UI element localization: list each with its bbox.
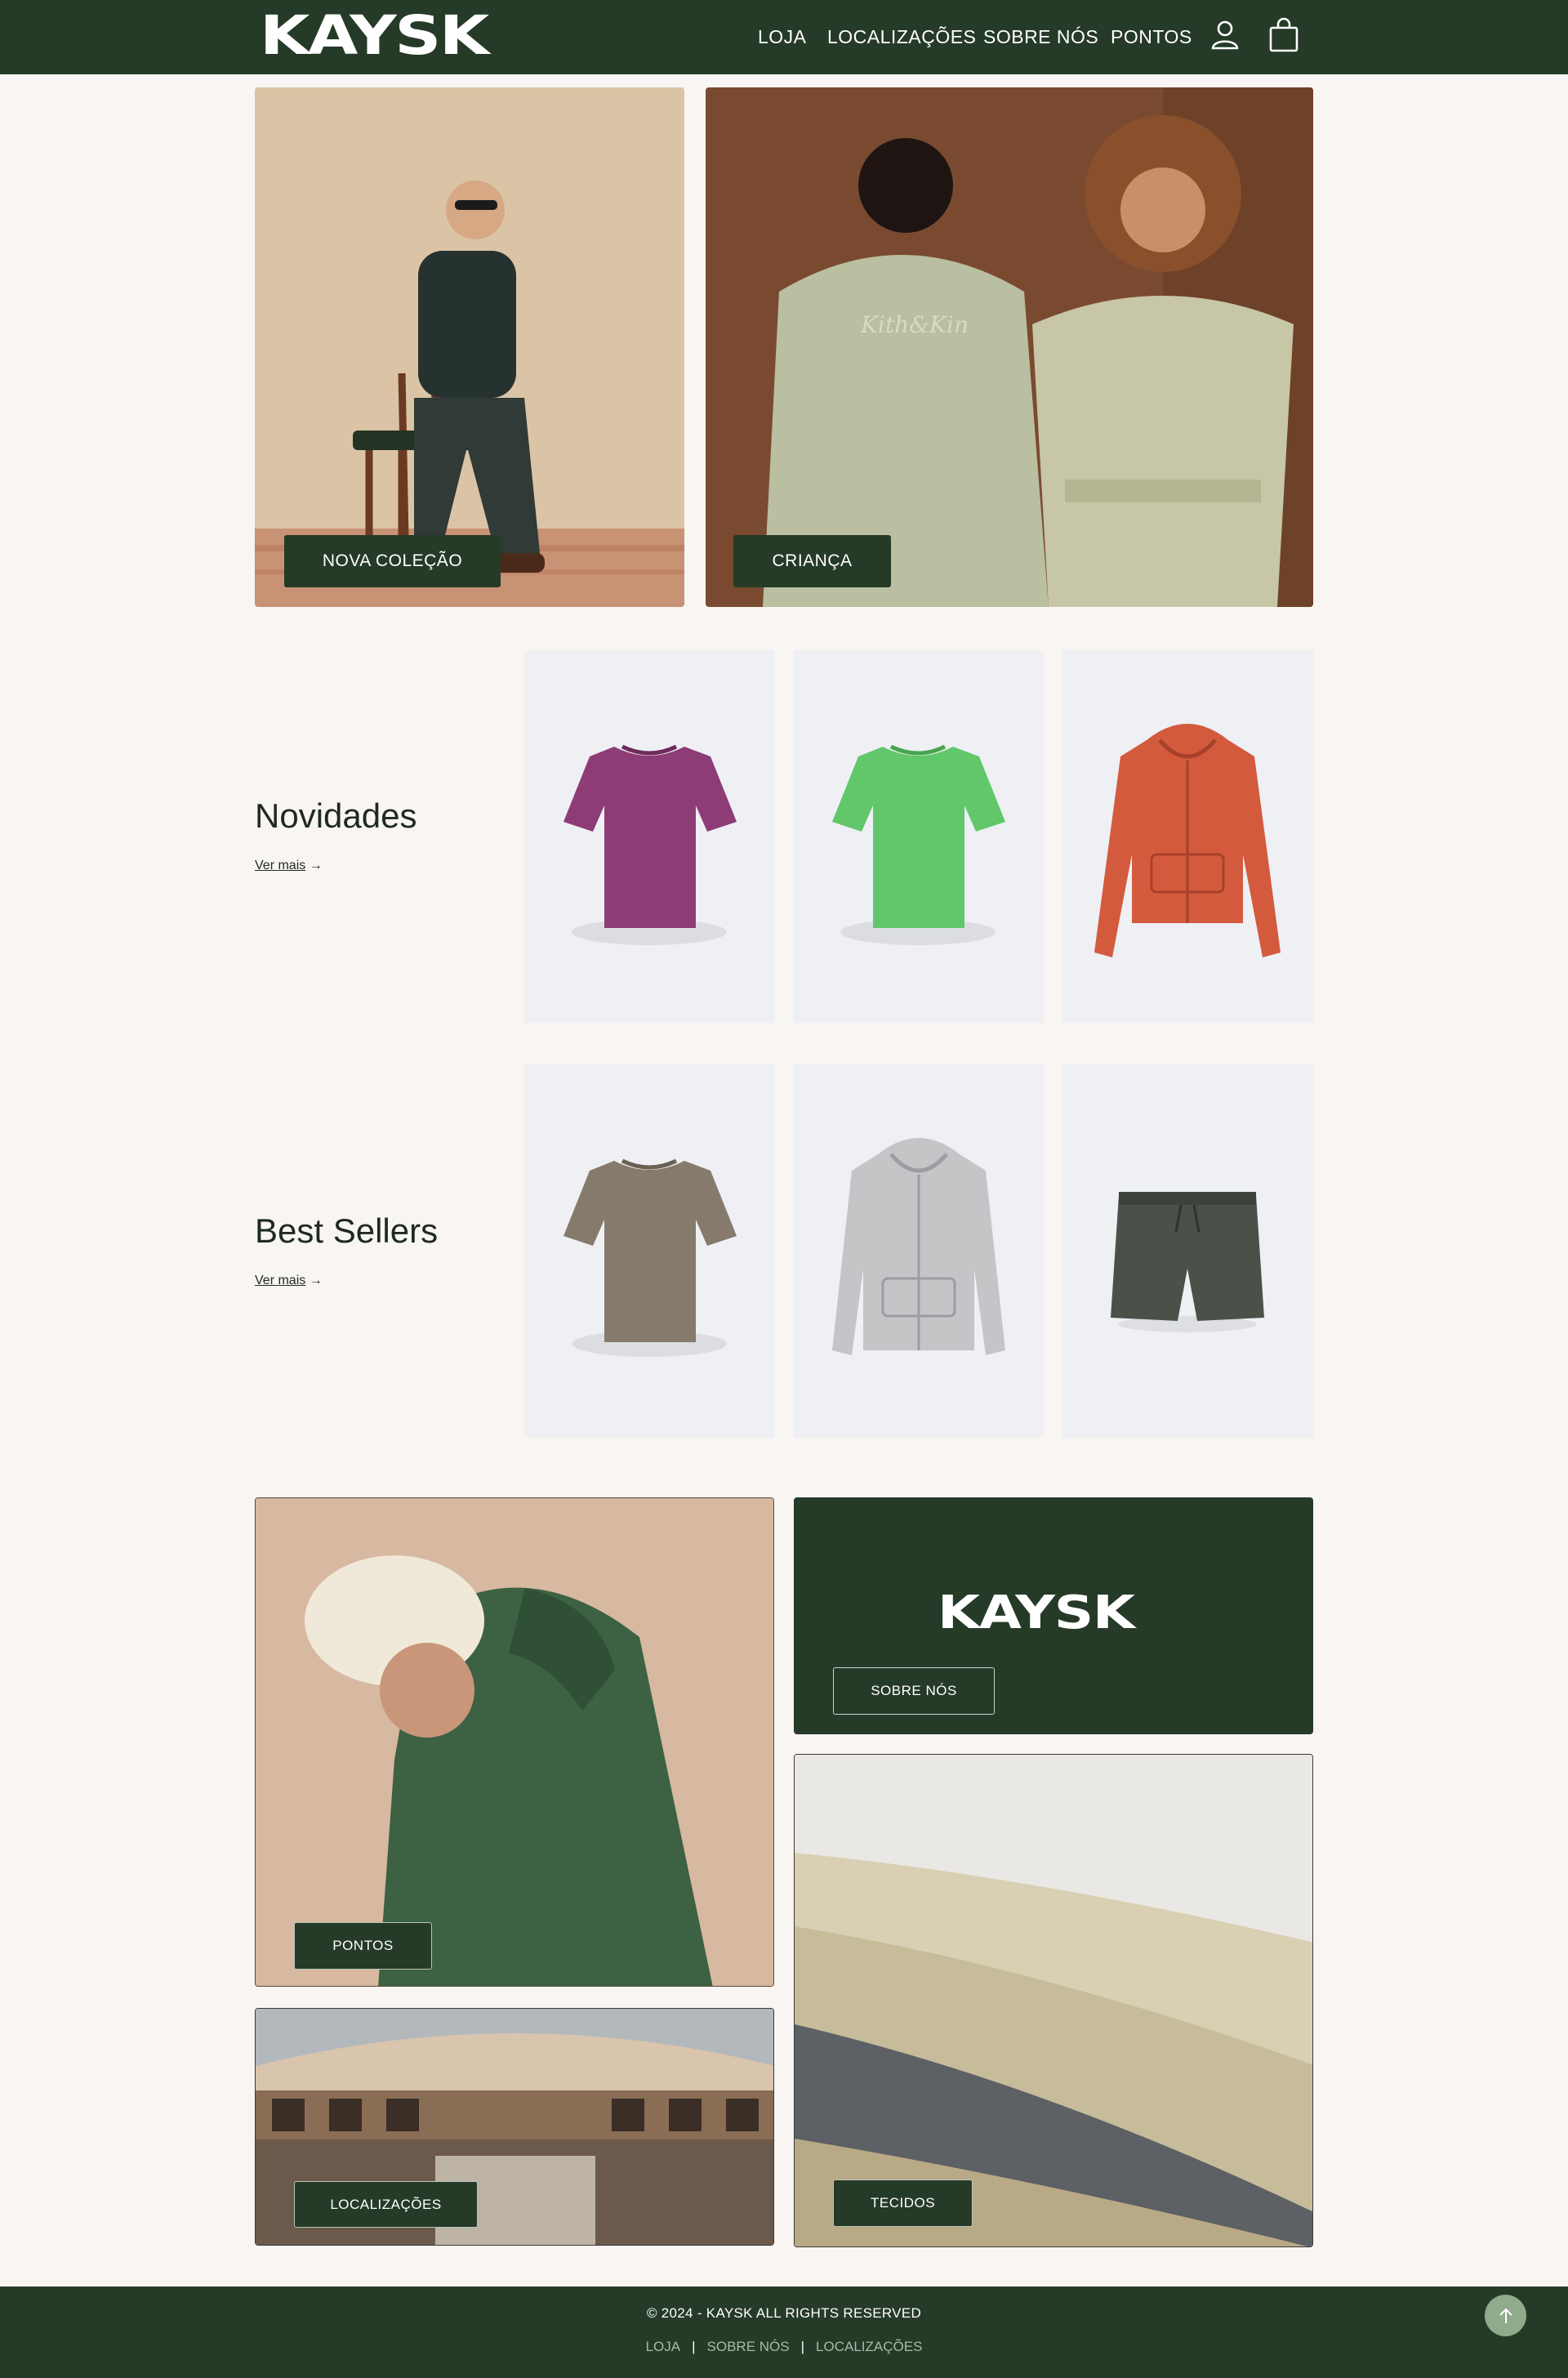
new-collection-button[interactable]: NOVA COLEÇÃO <box>284 535 501 587</box>
about-us-button[interactable]: SOBRE NÓS <box>833 1667 995 1715</box>
svg-text:Kith&Kin: Kith&Kin <box>860 311 969 338</box>
site-header: KAYSK LOJA LOCALIZAÇÕES SOBRE NÓS PONTOS <box>0 0 1568 74</box>
fabrics-button[interactable]: TECIDOS <box>833 2179 973 2227</box>
tshirt-green-image <box>832 744 1005 945</box>
product-card[interactable] <box>793 650 1044 1023</box>
hero-kids-image: Kith&Kin <box>706 87 1313 607</box>
best-sellers-see-more-link[interactable]: Ver mais → <box>255 1274 323 1288</box>
tshirt-magenta-image <box>564 744 737 945</box>
arrow-right-icon: → <box>309 859 323 872</box>
product-card[interactable] <box>524 650 775 1023</box>
footer-link-loja[interactable]: LOJA <box>646 2339 681 2354</box>
locations-button[interactable]: LOCALIZAÇÕES <box>294 2181 478 2228</box>
nav-localizacoes[interactable]: LOCALIZAÇÕES <box>827 26 976 48</box>
novidades-title: Novidades <box>255 796 417 835</box>
hoodie-grey-image <box>832 1138 1005 1355</box>
nav-loja[interactable]: LOJA <box>758 26 807 48</box>
separator: | <box>800 2339 805 2354</box>
shorts-dark-green-image <box>1111 1192 1264 1332</box>
fabrics-image <box>795 1755 1312 2246</box>
product-card[interactable] <box>793 1064 1044 1438</box>
footer-links: LOJA | SOBRE NÓS | LOCALIZAÇÕES <box>0 2339 1568 2355</box>
brand-logo[interactable]: KAYSK <box>260 9 489 63</box>
nav-sobre-nos[interactable]: SOBRE NÓS <box>983 26 1098 48</box>
tshirt-taupe-image <box>564 1158 737 1357</box>
product-card[interactable] <box>524 1064 775 1438</box>
scroll-to-top-button[interactable] <box>1485 2295 1526 2336</box>
site-footer <box>0 2287 1568 2378</box>
hero-kids-card[interactable]: Kith&Kin CRIANÇA <box>706 87 1313 607</box>
see-more-label: Ver mais <box>255 859 306 872</box>
best-sellers-title: Best Sellers <box>255 1211 439 1250</box>
copyright-text: © 2024 - KAYSK ALL RIGHTS RESERVED <box>646 2305 922 2321</box>
product-card[interactable] <box>1062 650 1313 1023</box>
pontos-promo-card[interactable]: PONTOS <box>255 1497 774 1987</box>
hero-new-collection-card[interactable]: NOVA COLEÇÃO <box>255 87 684 607</box>
hero-man-image <box>255 87 684 607</box>
hoodie-model-image <box>256 1498 773 1986</box>
arrow-right-icon: → <box>309 1274 323 1287</box>
locations-promo-card[interactable]: LOCALIZAÇÕES <box>255 2008 774 2246</box>
footer-link-localizacoes[interactable]: LOCALIZAÇÕES <box>816 2339 922 2354</box>
footer-link-sobre-nos[interactable]: SOBRE NÓS <box>707 2339 790 2354</box>
separator: | <box>692 2339 696 2354</box>
kids-button[interactable]: CRIANÇA <box>733 535 891 587</box>
see-more-label: Ver mais <box>255 1274 306 1287</box>
nav-pontos[interactable]: PONTOS <box>1111 26 1192 48</box>
arrow-up-icon <box>1499 2308 1512 2323</box>
shopping-bag-icon[interactable] <box>1267 17 1300 53</box>
novidades-see-more-link[interactable]: Ver mais → <box>255 859 323 873</box>
fabrics-promo-card[interactable]: TECIDOS <box>794 1754 1313 2247</box>
hoodie-orange-image <box>1094 724 1281 957</box>
pontos-button[interactable]: PONTOS <box>294 1922 432 1970</box>
product-card[interactable] <box>1062 1064 1313 1438</box>
about-promo-card: KAYSK SOBRE NÓS <box>794 1497 1313 1734</box>
brand-logo-large: KAYSK <box>938 1586 1135 1640</box>
user-icon[interactable] <box>1210 20 1240 51</box>
